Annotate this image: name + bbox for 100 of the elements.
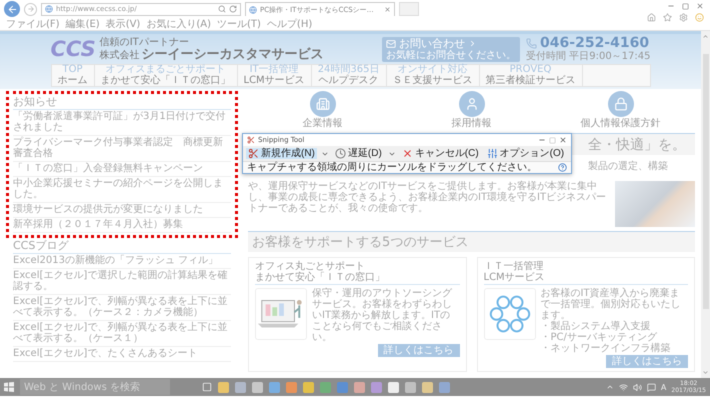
details-button[interactable]: 詳しくはこちら xyxy=(606,355,688,368)
app-icon[interactable] xyxy=(252,382,263,392)
volume-icon[interactable] xyxy=(632,382,642,392)
nav-caption: オフィスまるごとサポート xyxy=(106,65,226,75)
new-tab-button[interactable] xyxy=(399,2,419,16)
nav-label: ヘルプデスク xyxy=(318,75,379,86)
nav-caption: IT一括管理 xyxy=(250,65,299,75)
card-title: オフィス丸ごとサポート xyxy=(255,261,366,272)
news-link[interactable]: 「ＩＴの窓口」入会登録無料キャンペーン xyxy=(13,162,231,177)
nav-label: 第三者検証サービス xyxy=(486,75,576,86)
globe-icon xyxy=(249,6,257,14)
settings-icon[interactable] xyxy=(679,13,688,22)
app-icon[interactable] xyxy=(422,382,433,392)
help-icon[interactable] xyxy=(558,163,567,172)
close-icon[interactable] xyxy=(559,136,567,144)
maximize-icon[interactable] xyxy=(682,2,689,10)
info-link[interactable]: 採用情報 xyxy=(397,91,546,129)
logo[interactable]: CCS xyxy=(50,38,96,60)
network-icon[interactable] xyxy=(618,382,628,392)
search-field[interactable]: Web と Windows を検索 xyxy=(20,379,170,395)
close-icon xyxy=(402,148,413,159)
section-title: お知らせ xyxy=(13,95,231,110)
news-link[interactable]: 「労働者派遣事業許可証」が3月1日付けで交付されました xyxy=(13,110,231,136)
toolbar-button[interactable]: 遅延(D) xyxy=(332,148,384,159)
app-icon[interactable] xyxy=(371,382,382,392)
maximize-icon[interactable] xyxy=(549,136,556,144)
news-link[interactable]: 環境サービスの提供元が変更になりました xyxy=(13,203,231,218)
blog-link[interactable]: Excel2013の新機能の「フラッシュ フィル」 xyxy=(13,254,231,269)
home-icon[interactable] xyxy=(647,13,656,22)
forward-button[interactable] xyxy=(24,2,37,16)
globe-icon xyxy=(45,5,53,13)
blog-link[interactable]: Excel[エクセル]で、列幅が異なる表を上下に並べて表示する。（ケース２：カメラ機能） xyxy=(13,295,231,321)
star-icon[interactable] xyxy=(663,13,672,22)
toolbar-button[interactable]: オプション(O) xyxy=(484,148,566,159)
nav-caption: オンサイト対応 xyxy=(398,65,468,75)
nav-label: ホーム xyxy=(58,75,88,86)
contact-button[interactable]: お問い合わせ お気軽にお問合せください。 xyxy=(382,36,520,62)
notification-icon[interactable] xyxy=(646,382,656,392)
menu-item[interactable]: ヘルプ(H) xyxy=(266,18,312,30)
start-icon[interactable] xyxy=(4,382,14,392)
toolbar-button[interactable]: キャンセル(C) xyxy=(400,148,481,159)
info-link[interactable]: 個人情報保護方針 xyxy=(546,91,695,129)
nav-item[interactable]: オフィスまるごとサポート まかせて安心「ＩＴの窓口」 xyxy=(94,65,238,86)
company-prefix: 株式会社 xyxy=(100,50,140,60)
section-heading: 全・快適」を。 xyxy=(588,136,686,152)
nav-item[interactable]: オンサイト対応 ＳＥ支援サービス xyxy=(386,65,480,86)
cycle-drawing xyxy=(484,288,536,340)
menu-item[interactable]: 編集(E) xyxy=(66,18,100,30)
scissors-icon xyxy=(247,136,255,144)
app-icon[interactable] xyxy=(354,382,365,392)
nav-caption: TOP xyxy=(62,65,82,75)
card-title: ＩＴ一括管理 xyxy=(484,261,544,272)
back-button[interactable] xyxy=(4,1,20,17)
smiley-icon[interactable] xyxy=(695,13,704,22)
chevron-icon[interactable] xyxy=(606,383,614,391)
info-link[interactable]: 企業情報 xyxy=(248,91,397,129)
nav-item[interactable]: 24時間365日 ヘルプデスク xyxy=(312,65,386,86)
section-heading: お客様をサポートする5つのサービス xyxy=(252,234,468,250)
input-method-indicator[interactable]: A xyxy=(660,382,666,392)
card-title: LCMサービス xyxy=(484,272,546,283)
phone-number: 046-252-4160 xyxy=(540,36,650,51)
section-title: CCSブログ xyxy=(13,239,231,254)
nav-label: まかせて安心「ＩＴの窓口」 xyxy=(100,75,230,86)
scrollbar[interactable] xyxy=(701,31,710,378)
nav-item[interactable]: PROVEQ 第三者検証サービス xyxy=(480,65,582,86)
card-text: お客様のIT資産導入から廃棄まで一括管理。個別対応もいたします。 xyxy=(540,288,682,321)
close-icon[interactable] xyxy=(696,2,704,10)
refresh-icon[interactable] xyxy=(229,5,237,13)
news-link[interactable]: プライバシーマーク付与事業者認定 商標更新審査合格 xyxy=(13,136,231,162)
scrollbar-thumb[interactable] xyxy=(702,54,708,309)
news-link[interactable]: 新卒採用（２０１７年４月入社）募集 xyxy=(13,218,231,233)
clock-icon xyxy=(334,148,346,159)
nav-item[interactable]: TOP ホーム xyxy=(52,65,94,86)
details-button[interactable]: 詳しくはこちら xyxy=(378,344,460,357)
menu-item[interactable]: ツール(T) xyxy=(217,18,261,30)
company-name: シーイーシーカスタマサービス xyxy=(142,48,324,62)
toolbar-button[interactable]: 新規作成(N) xyxy=(246,148,317,159)
close-icon[interactable] xyxy=(384,6,391,13)
news-link[interactable]: 中小企業応援セミナーの紹介ページを公開しました。 xyxy=(13,177,231,203)
phone-icon xyxy=(526,38,538,49)
menu-item[interactable]: ファイル(F) xyxy=(6,18,60,30)
link-label: 企業情報 xyxy=(302,118,342,129)
blog-link[interactable]: Excel[エクセル]で、たくさんあるシート xyxy=(13,347,231,362)
scroll-down-icon[interactable] xyxy=(702,369,709,376)
forward-arrow-icon xyxy=(26,5,34,13)
instruction-text: キャプチャする領域の周りにカーソルをドラッグしてください。 xyxy=(247,162,538,173)
blog-link[interactable]: Excel[エクセル]で選択した範囲の計算結果を確認する。 xyxy=(13,269,231,295)
menu-item[interactable]: お気に入り(A) xyxy=(146,18,211,30)
paragraph: や、運用保守サービスなどのITサービスをご提供します。お客様が本業に集中し、事業の成長に専念できるよう、お客様企業内のIT環境を守るITビジネスパートナーであることが、我々の使命です。 xyxy=(248,181,607,216)
nav-caption: PROVEQ xyxy=(510,65,552,75)
app-icon[interactable] xyxy=(439,382,450,392)
menu-item[interactable]: 表示(V) xyxy=(106,18,140,30)
blog-link[interactable]: Excel[エクセル]で、列幅が異なる表を上下に並べて表示する。（ケース１） xyxy=(13,321,231,347)
nav-item[interactable]: IT一括管理 LCMサービス xyxy=(238,65,312,86)
scroll-up-icon[interactable] xyxy=(702,33,709,40)
link-label: 個人情報保護方針 xyxy=(580,118,660,129)
lock-icon xyxy=(614,97,628,111)
task-view-icon[interactable] xyxy=(202,382,212,392)
app-icon[interactable] xyxy=(235,382,246,392)
search-icon[interactable] xyxy=(218,5,226,13)
